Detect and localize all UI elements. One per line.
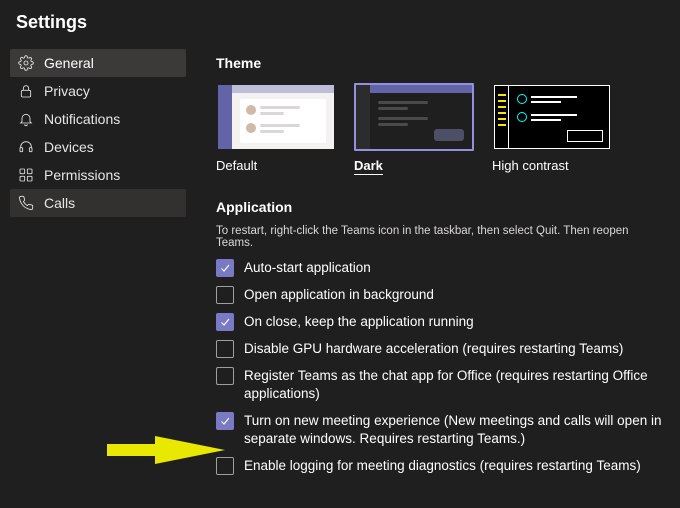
gear-icon xyxy=(18,55,34,71)
sidebar-item-notifications[interactable]: Notifications xyxy=(10,105,186,133)
sidebar-item-calls[interactable]: Calls xyxy=(10,189,186,217)
option-label: Register Teams as the chat app for Offic… xyxy=(244,367,664,403)
sidebar-item-general[interactable]: General xyxy=(10,49,186,77)
theme-preview-dark xyxy=(354,83,474,151)
option-auto-start[interactable]: Auto-start application xyxy=(216,259,668,277)
option-label: On close, keep the application running xyxy=(244,313,474,331)
sidebar-item-label: Permissions xyxy=(44,167,120,183)
option-register-office-chat[interactable]: Register Teams as the chat app for Offic… xyxy=(216,367,668,403)
sidebar-item-privacy[interactable]: Privacy xyxy=(10,77,186,105)
checkbox[interactable] xyxy=(216,457,234,475)
option-enable-logging[interactable]: Enable logging for meeting diagnostics (… xyxy=(216,457,668,475)
theme-label: Default xyxy=(216,158,336,173)
apps-icon xyxy=(18,167,34,183)
theme-option-high-contrast[interactable]: High contrast xyxy=(492,83,612,173)
main-panel: Theme Default xyxy=(186,49,680,475)
theme-preview-default xyxy=(216,83,336,151)
section-title-theme: Theme xyxy=(216,55,668,71)
option-label: Open application in background xyxy=(244,286,434,304)
theme-options: Default Dark xyxy=(216,83,668,173)
lock-icon xyxy=(18,83,34,99)
option-open-background[interactable]: Open application in background xyxy=(216,286,668,304)
application-options: Auto-start application Open application … xyxy=(216,259,668,475)
sidebar: General Privacy Notifications Devices Pe… xyxy=(0,49,186,217)
headset-icon xyxy=(18,139,34,155)
theme-label: High contrast xyxy=(492,158,612,173)
theme-label: Dark xyxy=(354,158,474,173)
section-title-application: Application xyxy=(216,199,668,215)
option-label: Auto-start application xyxy=(244,259,371,277)
sidebar-item-label: Devices xyxy=(44,139,94,155)
sidebar-item-label: Calls xyxy=(44,195,75,211)
option-label: Disable GPU hardware acceleration (requi… xyxy=(244,340,623,358)
sidebar-item-permissions[interactable]: Permissions xyxy=(10,161,186,189)
option-label: Enable logging for meeting diagnostics (… xyxy=(244,457,641,475)
sidebar-item-devices[interactable]: Devices xyxy=(10,133,186,161)
checkbox[interactable] xyxy=(216,340,234,358)
checkbox[interactable] xyxy=(216,286,234,304)
option-disable-gpu[interactable]: Disable GPU hardware acceleration (requi… xyxy=(216,340,668,358)
sidebar-item-label: Privacy xyxy=(44,83,90,99)
sidebar-item-label: Notifications xyxy=(44,111,120,127)
checkbox[interactable] xyxy=(216,412,234,430)
theme-preview-high-contrast xyxy=(492,83,612,151)
checkbox[interactable] xyxy=(216,313,234,331)
theme-option-dark[interactable]: Dark xyxy=(354,83,474,173)
phone-icon xyxy=(18,195,34,211)
theme-option-default[interactable]: Default xyxy=(216,83,336,173)
bell-icon xyxy=(18,111,34,127)
sidebar-item-label: General xyxy=(44,55,94,71)
option-on-close-keep-running[interactable]: On close, keep the application running xyxy=(216,313,668,331)
option-new-meeting-experience[interactable]: Turn on new meeting experience (New meet… xyxy=(216,412,668,448)
option-label: Turn on new meeting experience (New meet… xyxy=(244,412,664,448)
checkbox[interactable] xyxy=(216,367,234,385)
checkbox[interactable] xyxy=(216,259,234,277)
page-title: Settings xyxy=(0,0,680,49)
application-hint: To restart, right-click the Teams icon i… xyxy=(216,225,668,249)
